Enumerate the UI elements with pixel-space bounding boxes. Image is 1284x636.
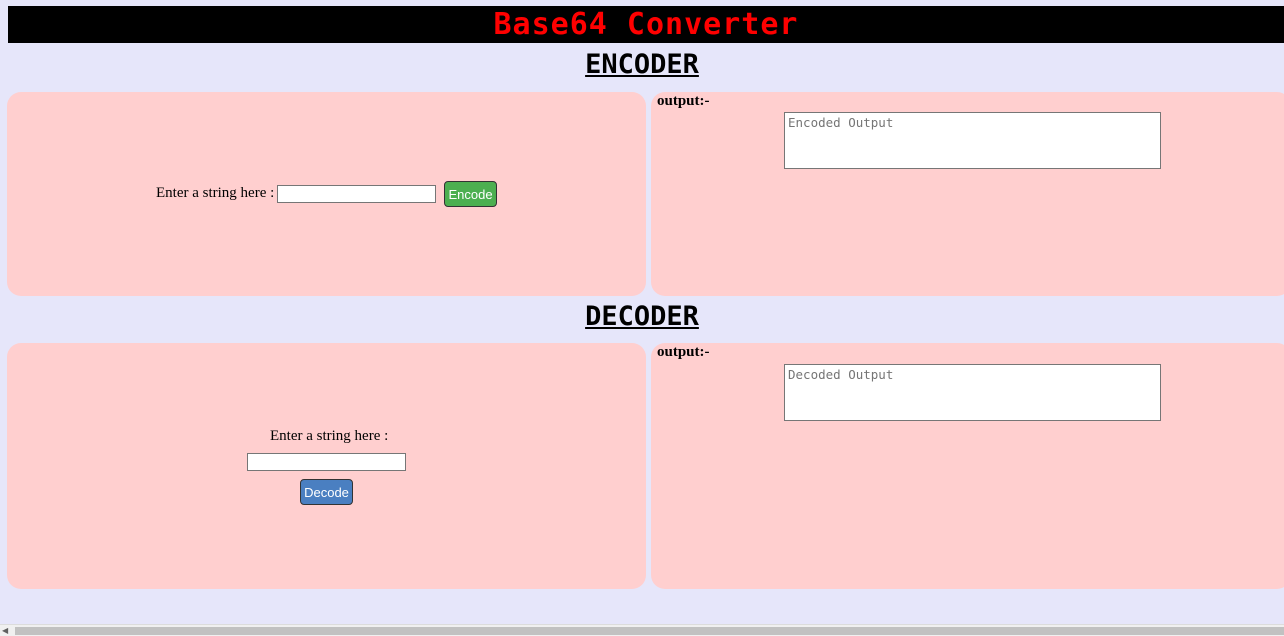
horizontal-scrollbar[interactable]: ◀: [0, 624, 1284, 636]
scrollbar-thumb[interactable]: [15, 627, 1284, 635]
encoded-output-textarea[interactable]: [784, 112, 1161, 169]
decoder-section-title: DECODER: [585, 301, 699, 332]
app-title: Base64 Converter: [493, 6, 799, 42]
encoder-section-title: ENCODER: [585, 49, 699, 80]
decoder-output-panel: output:-: [651, 343, 1284, 589]
app-header: Base64 Converter: [8, 6, 1284, 43]
decoder-input-panel: Enter a string here : Decode: [7, 343, 646, 589]
encode-button[interactable]: Encode: [444, 181, 497, 207]
encoder-input-label: Enter a string here :: [156, 185, 275, 201]
encoder-output-label: output:-: [657, 93, 710, 109]
decoded-output-textarea[interactable]: [784, 364, 1161, 421]
decoder-input[interactable]: [247, 453, 406, 471]
decode-button[interactable]: Decode: [300, 479, 353, 505]
encoder-output-panel: output:-: [651, 92, 1284, 296]
decoder-output-label: output:-: [657, 344, 710, 360]
encoder-input-panel: Enter a string here : Encode: [7, 92, 646, 296]
scroll-left-arrow-icon[interactable]: ◀: [2, 626, 8, 636]
decoder-input-label: Enter a string here :: [270, 428, 389, 444]
encoder-input[interactable]: [277, 185, 436, 203]
